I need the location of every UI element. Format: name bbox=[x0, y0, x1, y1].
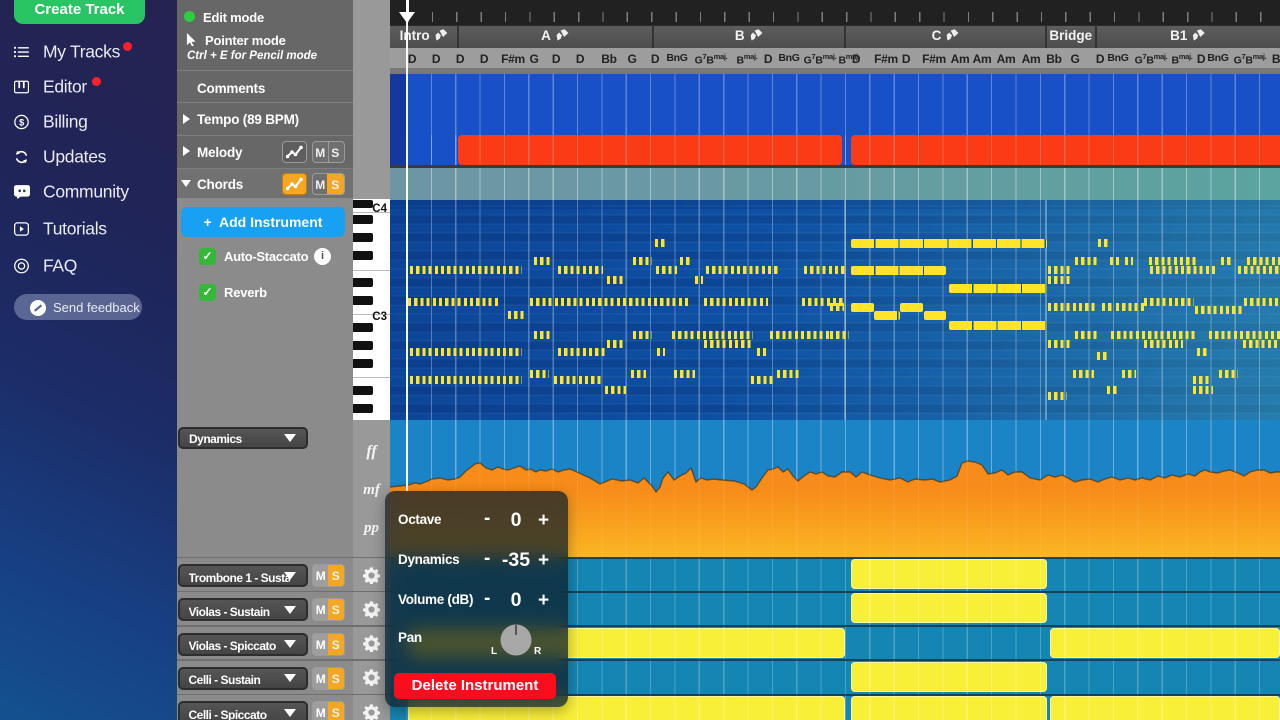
svg-text:$: $ bbox=[19, 117, 24, 127]
